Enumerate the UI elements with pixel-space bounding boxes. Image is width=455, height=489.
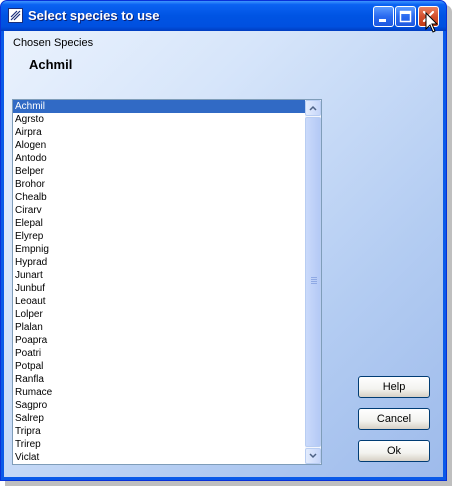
list-item[interactable]: Poapra [13, 334, 306, 347]
minimize-icon [379, 19, 386, 22]
list-item[interactable]: Rumace [13, 386, 306, 399]
maximize-button[interactable] [395, 6, 416, 27]
list-item[interactable]: Antodo [13, 152, 306, 165]
scroll-down-button[interactable] [305, 448, 321, 464]
list-item[interactable]: Ranfla [13, 373, 306, 386]
list-item[interactable]: Tripra [13, 425, 306, 438]
list-item[interactable]: Sagpro [13, 399, 306, 412]
list-item[interactable]: Trirep [13, 438, 306, 451]
species-listbox[interactable]: Achmil Agrsto Airpra Alogen Antodo Belper Broh… [12, 99, 322, 465]
list-item[interactable]: Hyprad [13, 256, 306, 269]
list-item[interactable]: Plalan [13, 321, 306, 334]
scroll-thumb[interactable] [305, 117, 321, 447]
scroll-up-button[interactable] [305, 100, 321, 116]
species-list: Achmil Agrsto Airpra Alogen Antodo Belper Broh… [13, 100, 306, 464]
list-item[interactable]: Belper [13, 165, 306, 178]
list-item[interactable]: Leoaut [13, 295, 306, 308]
app-window-icon [8, 8, 23, 23]
list-item[interactable]: Viclat [13, 451, 306, 464]
help-button[interactable]: Help [358, 376, 430, 398]
list-item[interactable]: Achmil [13, 100, 306, 113]
scroll-grip [311, 277, 317, 285]
list-item[interactable]: Alogen [13, 139, 306, 152]
list-item[interactable]: Potpal [13, 360, 306, 373]
dialog-body: Chosen Species Achmil Achmil Agrsto Airpra… [4, 31, 443, 477]
list-item[interactable]: Airpra [13, 126, 306, 139]
mouse-pointer-icon [425, 12, 439, 33]
chevron-up-icon [309, 105, 317, 111]
list-item[interactable]: Elepal [13, 217, 306, 230]
chosen-species-label: Chosen Species [13, 37, 94, 49]
list-item[interactable]: Poatri [13, 347, 306, 360]
list-item[interactable]: Salrep [13, 412, 306, 425]
dialog-window: Select species to use Chosen Species Ach… [0, 0, 447, 481]
list-item[interactable]: Junart [13, 269, 306, 282]
list-item[interactable]: Lolper [13, 308, 306, 321]
title-bar[interactable]: Select species to use [1, 1, 446, 31]
maximize-icon [399, 10, 412, 23]
list-item[interactable]: Chealb [13, 191, 306, 204]
list-item[interactable]: Junbuf [13, 282, 306, 295]
list-item[interactable]: Cirarv [13, 204, 306, 217]
window-title: Select species to use [28, 8, 160, 23]
list-item[interactable]: Elyrep [13, 230, 306, 243]
chevron-down-icon [309, 453, 317, 459]
cancel-button[interactable]: Cancel [358, 408, 430, 430]
list-item[interactable]: Brohor [13, 178, 306, 191]
list-item[interactable]: Agrsto [13, 113, 306, 126]
minimize-button[interactable] [373, 6, 394, 27]
list-item[interactable]: Empnig [13, 243, 306, 256]
chosen-species-value: Achmil [29, 57, 73, 72]
vertical-scrollbar[interactable] [305, 100, 321, 464]
ok-button[interactable]: Ok [358, 440, 430, 462]
